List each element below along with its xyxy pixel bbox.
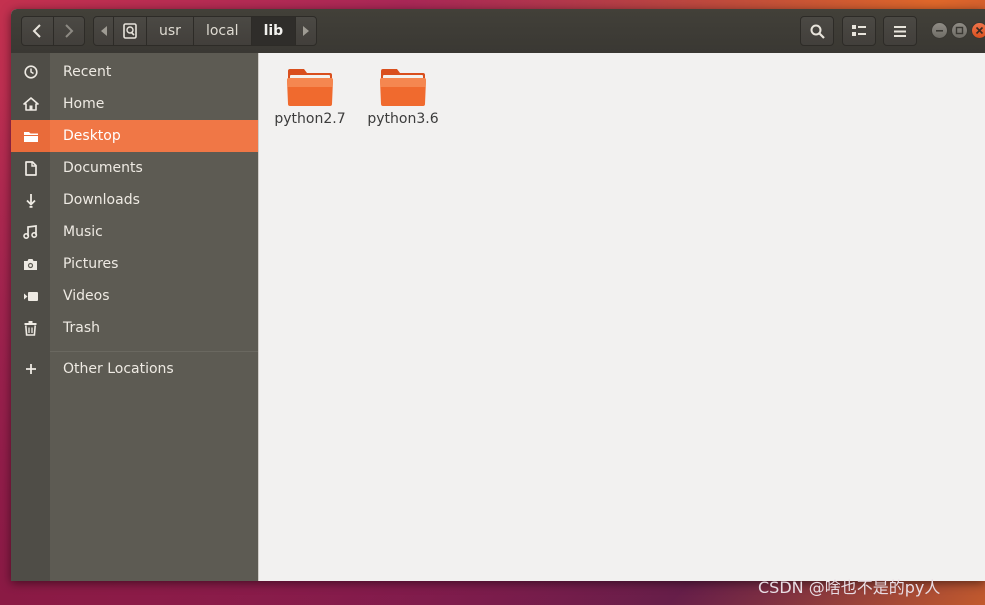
chevron-left-icon xyxy=(32,24,41,38)
close-button[interactable] xyxy=(971,22,985,39)
home-icon xyxy=(22,97,39,111)
menu-button[interactable] xyxy=(883,16,917,46)
trash-icon xyxy=(24,320,37,336)
close-icon xyxy=(975,26,984,35)
folder-icon xyxy=(380,69,426,106)
back-button[interactable] xyxy=(22,17,53,45)
file-name: python2.7 xyxy=(274,111,346,127)
camera-icon xyxy=(24,258,37,270)
triangle-right-icon xyxy=(303,26,310,36)
file-view: python2.7 python3.6 xyxy=(258,53,985,581)
sidebar-item-documents[interactable]: Documents xyxy=(11,152,258,184)
sidebar-item-label: Recent xyxy=(63,64,112,80)
forward-button[interactable] xyxy=(54,17,85,45)
breadcrumb: usr local lib xyxy=(93,16,318,46)
document-icon xyxy=(24,160,37,176)
sidebar-item-label: Documents xyxy=(63,160,143,176)
sidebar-item-downloads[interactable]: Downloads xyxy=(11,184,258,216)
folder-icon xyxy=(287,69,333,106)
file-item[interactable]: python3.6 xyxy=(361,65,445,127)
sidebar-item-label: Pictures xyxy=(63,256,119,272)
sidebar-item-label: Downloads xyxy=(63,192,140,208)
sidebar-divider xyxy=(50,351,258,352)
sidebar-item-label: Trash xyxy=(63,320,100,336)
search-icon xyxy=(810,24,825,39)
sidebar-item-recent[interactable]: Recent xyxy=(11,56,258,88)
sidebar-item-label: Desktop xyxy=(63,128,121,144)
breadcrumb-root-disk[interactable] xyxy=(114,17,147,45)
breadcrumb-current-segment[interactable]: lib xyxy=(251,17,297,45)
breadcrumb-segment[interactable]: usr xyxy=(147,17,194,45)
sidebar-item-label: Videos xyxy=(63,288,110,304)
file-manager-window: usr local lib Recent Home Desktop Docume… xyxy=(11,9,985,581)
file-item[interactable]: python2.7 xyxy=(268,65,352,127)
sidebar-item-videos[interactable]: Videos xyxy=(11,280,258,312)
minimize-button[interactable] xyxy=(931,22,948,39)
sidebar-item-other-locations[interactable]: Other Locations xyxy=(11,353,258,385)
history-navigation xyxy=(21,16,85,46)
sidebar-item-desktop[interactable]: Desktop xyxy=(11,120,258,152)
hard-disk-icon xyxy=(123,23,137,39)
video-icon xyxy=(23,291,38,301)
file-name: python3.6 xyxy=(367,111,439,127)
sidebar-item-label: Other Locations xyxy=(63,361,174,377)
breadcrumb-segment[interactable]: local xyxy=(194,17,252,45)
download-icon xyxy=(25,193,36,208)
sidebar-item-label: Home xyxy=(63,96,105,112)
sidebar: Recent Home Desktop Documents Downloads … xyxy=(11,53,258,581)
breadcrumb-scroll-right[interactable] xyxy=(296,17,316,45)
view-toggle-button[interactable] xyxy=(842,16,876,46)
search-button[interactable] xyxy=(800,16,834,46)
clock-icon xyxy=(23,65,38,79)
sidebar-item-pictures[interactable]: Pictures xyxy=(11,248,258,280)
plus-icon xyxy=(25,364,36,374)
maximize-icon xyxy=(955,26,964,35)
list-view-icon xyxy=(852,25,866,36)
sidebar-item-trash[interactable]: Trash xyxy=(11,312,258,344)
folder-icon xyxy=(23,131,38,142)
music-icon xyxy=(23,225,38,239)
header-bar: usr local lib xyxy=(11,9,985,54)
minimize-icon xyxy=(936,30,943,32)
breadcrumb-scroll-left[interactable] xyxy=(94,17,114,45)
chevron-right-icon xyxy=(65,24,74,38)
triangle-left-icon xyxy=(100,26,107,36)
sidebar-item-music[interactable]: Music xyxy=(11,216,258,248)
sidebar-item-label: Music xyxy=(63,224,103,240)
watermark: CSDN @啥也不是的py人 xyxy=(758,578,941,597)
sidebar-item-home[interactable]: Home xyxy=(11,88,258,120)
maximize-button[interactable] xyxy=(951,22,968,39)
hamburger-menu-icon xyxy=(894,25,906,37)
